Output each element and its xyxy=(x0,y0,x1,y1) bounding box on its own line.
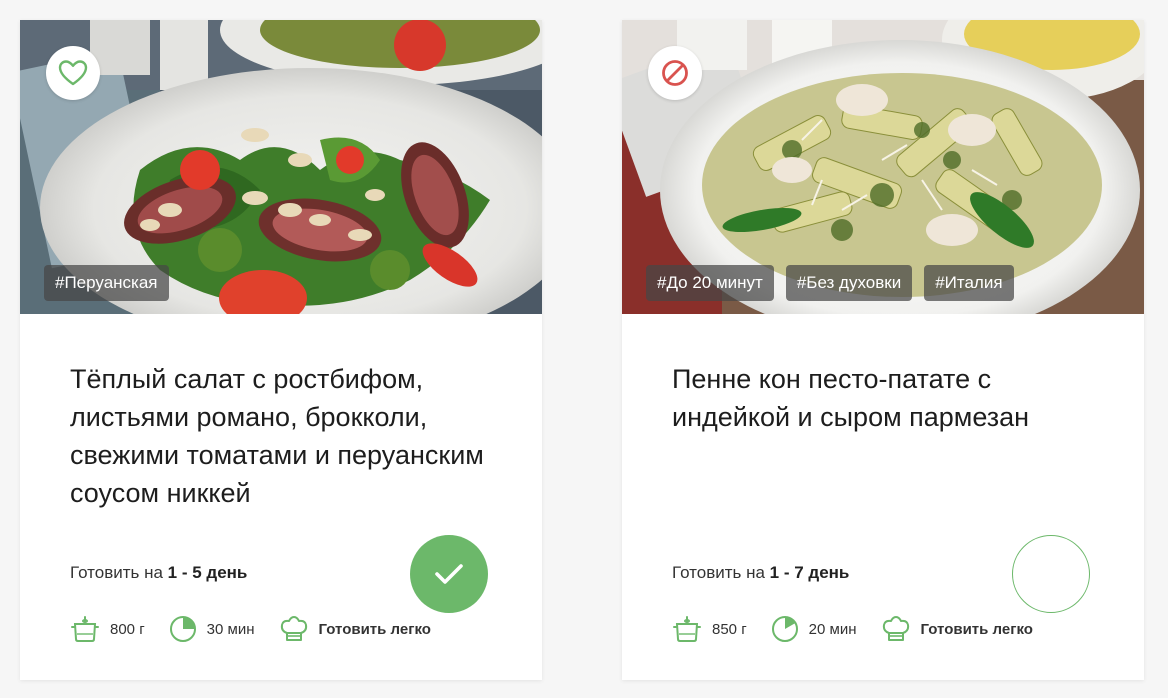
block-icon xyxy=(662,60,688,86)
recipe-title[interactable]: Тёплый салат с ростбифом, листьями роман… xyxy=(70,360,500,512)
difficulty-info: Готовить легко xyxy=(881,615,1033,643)
prep-days: 1 - 5 день xyxy=(167,563,248,582)
clock-icon xyxy=(169,616,196,642)
weight-value: 800 г xyxy=(110,620,145,638)
prep-info: Готовить на 1 - 7 день xyxy=(672,563,849,583)
prep-days: 1 - 7 день xyxy=(769,563,850,582)
time-value: 20 мин xyxy=(808,620,857,638)
recipe-meta: 800 г 30 мин Готовить легко xyxy=(70,615,455,643)
tag[interactable]: #Италия xyxy=(924,265,1014,301)
difficulty-info: Готовить легко xyxy=(279,615,431,643)
pot-icon xyxy=(673,616,701,642)
tag-list: #До 20 минут #Без духовки #Италия xyxy=(646,265,1014,301)
difficulty-value: Готовить легко xyxy=(920,620,1033,638)
clock-icon xyxy=(771,616,798,642)
exclude-button[interactable] xyxy=(648,46,702,100)
time-info: 30 мин xyxy=(169,615,255,643)
tag[interactable]: #Без духовки xyxy=(785,265,913,301)
recipe-card[interactable]: #До 20 минут #Без духовки #Италия Пенне … xyxy=(622,20,1144,680)
favorite-button[interactable] xyxy=(46,46,100,100)
select-recipe-button[interactable] xyxy=(1012,535,1090,613)
pot-icon xyxy=(71,616,99,642)
recipe-photo[interactable]: #Перуанская xyxy=(20,20,542,314)
weight-value: 850 г xyxy=(712,620,747,638)
difficulty-value: Готовить легко xyxy=(318,620,431,638)
chef-hat-icon xyxy=(280,616,307,641)
select-recipe-button[interactable] xyxy=(410,535,488,613)
time-info: 20 мин xyxy=(771,615,857,643)
check-icon xyxy=(435,564,463,584)
heart-icon xyxy=(58,60,88,86)
chef-hat-icon xyxy=(882,616,909,641)
recipe-card[interactable]: #Перуанская Тёплый салат с ростбифом, ли… xyxy=(20,20,542,680)
weight-info: 850 г xyxy=(672,615,747,643)
tag[interactable]: #До 20 минут xyxy=(646,265,774,301)
prep-info: Готовить на 1 - 5 день xyxy=(70,563,247,583)
prep-label: Готовить на xyxy=(672,563,765,582)
tag[interactable]: #Перуанская xyxy=(44,265,169,301)
recipe-title[interactable]: Пенне кон песто-патате с индейкой и сыро… xyxy=(672,360,1102,436)
time-value: 30 мин xyxy=(206,620,255,638)
prep-label: Готовить на xyxy=(70,563,163,582)
recipe-meta: 850 г 20 мин Готовить легко xyxy=(672,615,1057,643)
recipe-photo[interactable]: #До 20 минут #Без духовки #Италия xyxy=(622,20,1144,314)
weight-info: 800 г xyxy=(70,615,145,643)
tag-list: #Перуанская xyxy=(44,265,169,301)
